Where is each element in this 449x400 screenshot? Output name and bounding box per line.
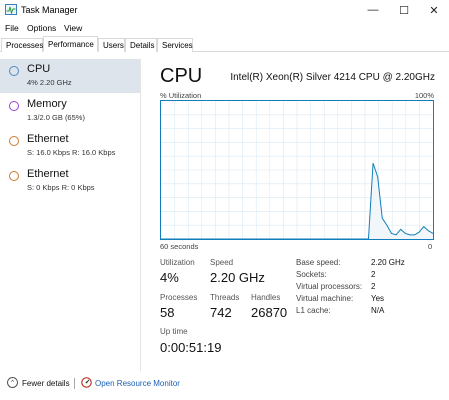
cpu-ring-icon bbox=[9, 66, 19, 76]
sidebar-item-subtitle: 1.3/2.0 GB (65%) bbox=[27, 113, 85, 122]
utilization-axis-label: % Utilization bbox=[160, 91, 202, 100]
sidebar-item-title: Memory bbox=[27, 98, 67, 110]
processes-label: Processes bbox=[160, 293, 198, 302]
task-manager-icon bbox=[5, 4, 17, 15]
processes-value: 58 bbox=[160, 305, 175, 320]
title-bar: Task Manager — ☐ ✕ bbox=[0, 0, 449, 20]
utilization-label: Utilization bbox=[160, 258, 195, 267]
uptime-value: 0:00:51:19 bbox=[160, 340, 222, 355]
fewer-details-button[interactable]: Fewer details bbox=[22, 379, 70, 388]
handles-value: 26870 bbox=[251, 305, 288, 320]
open-resource-monitor-link[interactable]: Open Resource Monitor bbox=[95, 379, 180, 388]
l1-cache-label: L1 cache: bbox=[296, 306, 331, 315]
sidebar-item-title: CPU bbox=[27, 63, 51, 75]
menu-file[interactable]: File bbox=[5, 23, 19, 33]
ethernet-ring-icon bbox=[9, 136, 19, 146]
sidebar-item-ethernet-1[interactable]: Ethernet S: 16.0 Kbps R: 16.0 Kbps bbox=[0, 129, 140, 163]
speed-value: 2.20 GHz bbox=[210, 270, 265, 285]
cpu-utilization-graph bbox=[160, 100, 434, 240]
sockets-value: 2 bbox=[371, 270, 376, 279]
resource-sidebar: CPU 4% 2.20 GHz Memory 1.3/2.0 GB (65%) … bbox=[0, 59, 141, 371]
window-title: Task Manager bbox=[21, 5, 78, 15]
sidebar-item-subtitle: 4% 2.20 GHz bbox=[27, 78, 72, 87]
sidebar-item-ethernet-2[interactable]: Ethernet S: 0 Kbps R: 0 Kbps bbox=[0, 164, 140, 198]
handles-label: Handles bbox=[251, 293, 281, 302]
page-title: CPU bbox=[160, 65, 203, 87]
cpu-graph-svg bbox=[161, 101, 433, 239]
footer-bar: ⌃ Fewer details Open Resource Monitor bbox=[0, 374, 449, 394]
chevron-up-icon[interactable]: ⌃ bbox=[7, 377, 18, 388]
tab-processes[interactable]: Processes bbox=[1, 38, 43, 52]
uptime-label: Up time bbox=[160, 327, 188, 336]
close-button[interactable]: ✕ bbox=[418, 0, 449, 20]
sidebar-item-title: Ethernet bbox=[27, 168, 69, 180]
sidebar-item-subtitle: S: 0 Kbps R: 0 Kbps bbox=[27, 183, 95, 192]
threads-value: 742 bbox=[210, 305, 232, 320]
sidebar-item-title: Ethernet bbox=[27, 133, 69, 145]
tab-strip: Processes Performance Users Details Serv… bbox=[0, 36, 449, 52]
ethernet-ring-icon bbox=[9, 171, 19, 181]
menu-options[interactable]: Options bbox=[27, 23, 56, 33]
time-axis-zero: 0 bbox=[428, 242, 433, 251]
sidebar-item-subtitle: S: 16.0 Kbps R: 16.0 Kbps bbox=[27, 148, 116, 157]
time-axis-label: 60 seconds bbox=[160, 242, 199, 251]
close-icon: ✕ bbox=[429, 4, 439, 17]
sockets-label: Sockets: bbox=[296, 270, 327, 279]
menu-bar: File Options View bbox=[0, 20, 449, 36]
tab-details[interactable]: Details bbox=[125, 38, 157, 52]
virtual-machine-value: Yes bbox=[371, 294, 385, 303]
cpu-model-name: Intel(R) Xeon(R) Silver 4214 CPU @ 2.20G… bbox=[230, 72, 435, 83]
utilization-value: 4% bbox=[160, 270, 179, 285]
speed-label: Speed bbox=[210, 258, 234, 267]
maximize-icon: ☐ bbox=[399, 4, 409, 17]
virtual-processors-value: 2 bbox=[371, 282, 376, 291]
utilization-axis-max: 100% bbox=[414, 91, 434, 100]
tab-services[interactable]: Services bbox=[157, 38, 193, 52]
virtual-processors-label: Virtual processors: bbox=[296, 282, 363, 291]
tab-users[interactable]: Users bbox=[98, 38, 125, 52]
threads-label: Threads bbox=[210, 293, 240, 302]
minimize-button[interactable]: — bbox=[357, 0, 389, 20]
footer-divider bbox=[74, 378, 75, 389]
virtual-machine-label: Virtual machine: bbox=[296, 294, 354, 303]
l1-cache-value: N/A bbox=[371, 306, 385, 315]
maximize-button[interactable]: ☐ bbox=[388, 0, 420, 20]
tab-performance[interactable]: Performance bbox=[43, 36, 98, 52]
sidebar-item-cpu[interactable]: CPU 4% 2.20 GHz bbox=[0, 59, 140, 93]
minimize-icon: — bbox=[367, 4, 379, 16]
resource-monitor-icon[interactable] bbox=[81, 377, 92, 388]
memory-ring-icon bbox=[9, 101, 19, 111]
menu-view[interactable]: View bbox=[64, 23, 82, 33]
base-speed-value: 2.20 GHz bbox=[371, 258, 405, 267]
sidebar-item-memory[interactable]: Memory 1.3/2.0 GB (65%) bbox=[0, 94, 140, 128]
base-speed-label: Base speed: bbox=[296, 258, 341, 267]
